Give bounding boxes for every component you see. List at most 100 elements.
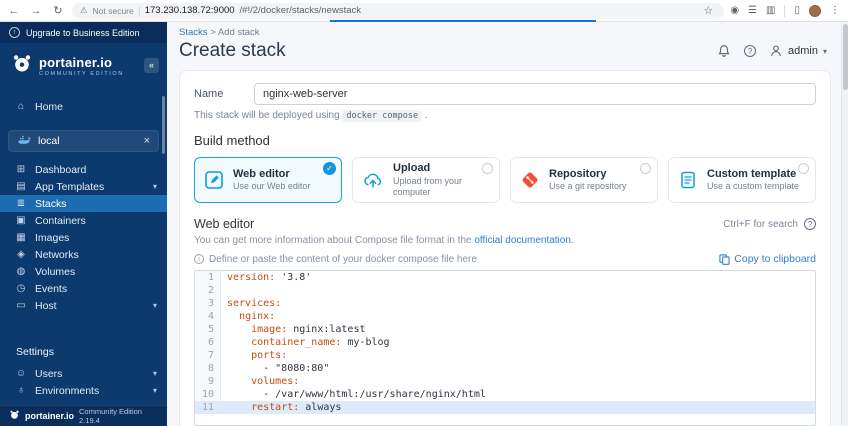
warning-icon: ⚠ <box>80 5 88 15</box>
build-method-repository[interactable]: Repository Use a git repository <box>510 157 658 203</box>
sidebar-item-label: Containers <box>35 214 86 227</box>
user-menu[interactable]: admin ▾ <box>769 44 827 58</box>
compose-info-text: You can get more information about Compo… <box>194 235 574 246</box>
sidebar-item-networks[interactable]: ◈ Networks <box>0 246 167 263</box>
upgrade-banner-label: Upgrade to Business Edition <box>26 27 140 38</box>
extension-icon[interactable]: ◉ <box>730 5 739 16</box>
dashboard-icon: ⊞ <box>16 164 26 175</box>
extensions-puzzle-icon[interactable]: ▥ <box>766 5 775 16</box>
refresh-icon[interactable]: ↻ <box>50 4 66 17</box>
code-line[interactable]: 1 version: '3.8' <box>195 271 815 284</box>
code-line[interactable]: 10 - /var/www/html:/usr/share/nginx/html <box>195 388 815 401</box>
line-number: 7 <box>195 349 221 362</box>
code-line[interactable]: 11 restart: always <box>195 401 815 414</box>
sidebar-collapse-button[interactable]: « <box>144 58 159 73</box>
code-text: nginx: <box>239 311 276 322</box>
code-line[interactable]: 3 services: <box>195 297 815 310</box>
code-line[interactable]: 9 volumes: <box>195 375 815 388</box>
notifications-bell-icon[interactable] <box>717 44 731 58</box>
stack-name-row: Name <box>194 83 816 105</box>
side-panel-icon[interactable]: ▯ <box>794 5 800 16</box>
back-icon[interactable]: ← <box>6 5 22 17</box>
breadcrumb-stacks-link[interactable]: Stacks <box>179 27 208 38</box>
copy-to-clipboard-button[interactable]: Copy to clipboard <box>719 253 816 265</box>
main-content: Stacks > Add stack Create stack ? admin … <box>167 22 841 426</box>
host-icon: ▭ <box>16 300 26 311</box>
code-text: version: '3.8' <box>227 272 312 283</box>
sidebar-item-label: Users <box>35 367 63 380</box>
compose-code-editor[interactable]: 1 version: '3.8' 2 3 services: 4 nginx: 5 ima… <box>194 270 816 426</box>
editor-help-icon[interactable]: ? <box>804 218 816 230</box>
images-icon: ▦ <box>16 232 26 243</box>
environment-selector-local[interactable]: local × <box>8 130 159 152</box>
events-icon: ◷ <box>16 283 26 294</box>
app-templates-icon: ▤ <box>16 181 26 192</box>
sidebar-item-label: Host <box>35 299 57 312</box>
sidebar-item-home[interactable]: ⌂ Home <box>0 98 167 115</box>
sidebar-item-volumes[interactable]: ◍ Volumes <box>0 263 167 280</box>
sidebar-item-app-templates[interactable]: ▤ App Templates ▾ <box>0 178 167 195</box>
code-line[interactable]: 7 ports: <box>195 349 815 362</box>
code-line[interactable]: 2 <box>195 284 815 297</box>
footer-brand: portainer.io <box>25 411 75 421</box>
sidebar-item-dashboard[interactable]: ⊞ Dashboard <box>0 161 167 178</box>
web-editor-section-header: Web editor Ctrl+F for search ? <box>194 217 816 231</box>
search-hint: Ctrl+F for search <box>723 218 798 230</box>
code-editor-body: 1 version: '3.8' 2 3 services: 4 nginx: 5 ima… <box>195 271 815 414</box>
sidebar-item-host[interactable]: ▭ Host ▾ <box>0 297 167 314</box>
page-scrollbar[interactable] <box>841 22 848 426</box>
logo-title: portainer.io <box>39 54 113 70</box>
code-text: image: nginx:latest <box>251 324 366 335</box>
url-path: /#!/2/docker/stacks/newstack <box>239 5 361 16</box>
line-number: 11 <box>195 401 221 414</box>
name-label: Name <box>194 88 224 100</box>
forward-icon[interactable]: → <box>28 5 44 17</box>
url-omnibox[interactable]: ⚠ Not secure 173.230.138.72:9000 /#!/2/d… <box>72 2 725 19</box>
browser-menu-kebab-icon[interactable]: ⋮ <box>830 5 840 16</box>
code-line[interactable]: 5 image: nginx:latest <box>195 323 815 336</box>
build-method-web-editor[interactable]: ✓ Web editor Use our Web editor <box>194 157 342 203</box>
close-icon[interactable]: × <box>144 135 150 147</box>
sidebar-item-environments[interactable]: ♁ Environments ▾ <box>0 382 167 399</box>
sidebar-logo-row: portainer.io COMMUNITY EDITION « <box>0 43 167 86</box>
sidebar-scrollbar-thumb[interactable] <box>162 96 165 154</box>
sidebar-item-stacks[interactable]: ≣ Stacks <box>0 195 167 212</box>
upgrade-banner[interactable]: ↑ Upgrade to Business Edition <box>0 22 167 43</box>
sidebar-item-label: Events <box>35 282 68 295</box>
sliders-icon[interactable]: ☰ <box>748 5 757 16</box>
line-number: 8 <box>195 362 221 375</box>
line-number: 2 <box>195 284 221 297</box>
line-number: 3 <box>195 297 221 310</box>
editor-placeholder-hint: Define or paste the content of your dock… <box>209 253 477 265</box>
code-line[interactable]: 4 nginx: <box>195 310 815 323</box>
code-text: volumes: <box>251 376 300 387</box>
page-scrollbar-thumb[interactable] <box>843 24 848 90</box>
official-documentation-link[interactable]: official documentation. <box>474 235 573 246</box>
toolbar-divider <box>784 4 786 17</box>
sidebar-item-images[interactable]: ▦ Images <box>0 229 167 246</box>
sidebar-item-users[interactable]: ☺ Users ▾ <box>0 365 167 382</box>
volumes-icon: ◍ <box>16 266 26 277</box>
sidebar-item-containers[interactable]: ▣ Containers <box>0 212 167 229</box>
selected-check-icon: ✓ <box>323 162 336 175</box>
stack-name-input[interactable] <box>254 83 816 105</box>
logo-subtitle: COMMUNITY EDITION <box>39 70 124 77</box>
build-method-upload[interactable]: Upload Upload from your computer <box>352 157 500 203</box>
sidebar-item-label: Stacks <box>35 197 67 210</box>
omnibox-underline <box>330 20 596 22</box>
sidebar-item-label: Home <box>35 100 64 113</box>
deploy-note: This stack will be deployed using docker… <box>194 110 428 122</box>
chevron-down-icon: ▾ <box>822 46 827 56</box>
bookmark-star-icon[interactable]: ☆ <box>700 4 716 17</box>
radio-unselected-icon <box>798 163 809 174</box>
code-line[interactable]: 6 container_name: my-blog <box>195 336 815 349</box>
sidebar: ↑ Upgrade to Business Edition portainer.… <box>0 22 167 426</box>
build-method-custom-template[interactable]: Custom template Use a custom template <box>668 157 816 203</box>
networks-icon: ◈ <box>17 249 25 260</box>
sidebar-item-events[interactable]: ◷ Events <box>0 280 167 297</box>
sidebar-item-label: App Templates <box>35 180 105 193</box>
browser-profile-avatar[interactable] <box>809 4 821 17</box>
help-icon[interactable]: ? <box>744 45 757 57</box>
code-line[interactable]: 8 - "8080:80" <box>195 362 815 375</box>
build-method-title: Build method <box>194 133 270 148</box>
